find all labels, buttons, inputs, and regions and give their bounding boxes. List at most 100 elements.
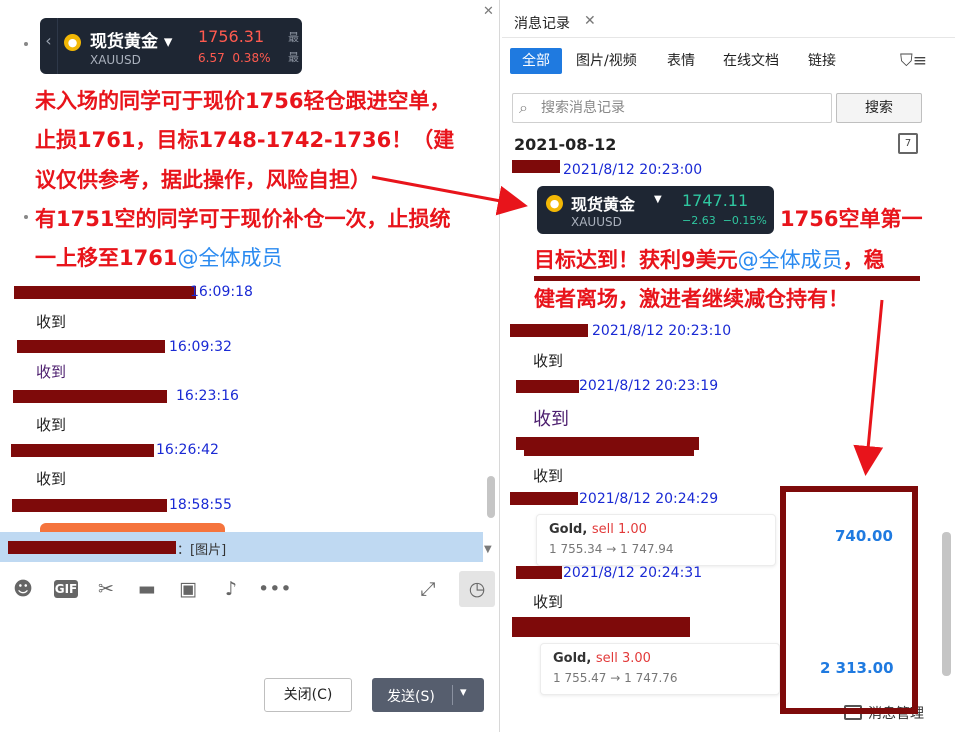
ticker-card-left[interactable]: ‹ ● 现货黄金 ▾ XAUUSD 1756.31 6.57 0.38% 最最 [40, 18, 302, 74]
redacted-name [516, 380, 579, 393]
trade-range: 1 755.47 → 1 747.76 [553, 671, 678, 685]
search-icon: ⌕ [519, 98, 528, 117]
announcement-line: 一上移至1761@全体成员 [35, 246, 283, 270]
quote-text: ：[图片] [177, 543, 227, 558]
message-text: 收到 [533, 352, 564, 370]
message-time: 18:58:55 [169, 497, 232, 513]
search-box: ⌕ [512, 93, 832, 123]
redacted-name [516, 437, 699, 450]
message-text: 收到 [36, 313, 67, 331]
redaction-underline [534, 276, 920, 281]
reply-quote-bar[interactable]: ：[图片] [0, 532, 483, 562]
trade-card[interactable]: Gold, sell 1.00 1 755.34 → 1 747.94 [536, 514, 776, 566]
screenshot-root: ✕ ‹ ● 现货黄金 ▾ XAUUSD 1756.31 6.57 0.38% 最… [0, 0, 955, 732]
highlight-box [780, 486, 918, 714]
scissors-icon[interactable]: ✂ [93, 576, 119, 602]
tab-message-history[interactable]: 消息记录 [514, 13, 570, 33]
emoji-icon[interactable]: ☻ [10, 576, 36, 602]
trade-label: Gold, sell 3.00 [553, 651, 651, 666]
message-time: 16:26:42 [156, 442, 219, 458]
message-time: 2021/8/12 20:23:00 [563, 162, 703, 178]
announcement-line: 1756空单第一 [780, 207, 923, 231]
redacted-name [8, 541, 176, 554]
divider [452, 685, 453, 705]
search-button[interactable]: 搜索 [836, 93, 922, 123]
send-label: 发送(S) [387, 689, 435, 705]
clock-icon: ◷ [468, 578, 486, 600]
announcement-line: 未入场的同学可于现价1756轻仓跟进空单， [35, 89, 451, 113]
more-icon[interactable]: ••• [258, 576, 292, 602]
send-button[interactable]: 发送(S) ▾ [372, 678, 484, 712]
ticker-card-right[interactable]: ● 现货黄金 ▼ XAUUSD 1747.11 −2.63 −0.15% [537, 186, 774, 234]
redacted-name [510, 492, 578, 505]
message-text: 收到 [36, 470, 67, 488]
redacted-name [524, 450, 694, 456]
announcement-line: 止损1761，目标1748-1742-1736！（建 [35, 128, 455, 152]
folder-icon[interactable]: ▬ [134, 576, 160, 602]
chevron-down-icon[interactable]: ▾ [460, 685, 467, 700]
message-text: 收到 [533, 409, 569, 430]
history-tab-header: 消息记录 ✕ [502, 0, 955, 38]
scroll-down-icon[interactable]: ▼ [484, 544, 492, 555]
filter-online-docs[interactable]: 在线文档 [723, 48, 779, 74]
announcement-line: 有1751空的同学可于现价补仓一次，止损统 [35, 207, 451, 231]
filter-all[interactable]: 全部 [510, 48, 562, 74]
gold-coin-icon: ● [546, 195, 563, 212]
redacted-name [13, 390, 167, 403]
chevron-down-icon[interactable]: ▼ [654, 194, 662, 205]
message-time: 2021/8/12 20:24:29 [579, 491, 719, 507]
filter-media[interactable]: 图片/视频 [576, 48, 637, 74]
trade-range: 1 755.34 → 1 747.94 [549, 542, 674, 556]
redacted-name [11, 444, 154, 457]
redacted-name [516, 566, 562, 579]
redacted-name [12, 499, 167, 512]
message-time: 16:23:16 [176, 388, 239, 404]
announcement-line: 健者离场，激进者继续减仓持有！ [534, 287, 849, 311]
redacted-name [17, 340, 165, 353]
history-button[interactable]: ◷ [459, 571, 495, 607]
message-text: 收到 [36, 363, 67, 381]
ticker-change: 6.57 0.38% [198, 51, 271, 65]
ticker-more: 最最 [288, 31, 299, 64]
filter-funnel-icon[interactable]: ⛉≡ [900, 51, 927, 71]
image-icon[interactable]: ▣ [175, 576, 201, 602]
trade-label: Gold, sell 1.00 [549, 522, 647, 537]
bullet-dot [24, 42, 28, 46]
close-button[interactable]: 关闭(C) [264, 678, 352, 712]
scroll-up-icon[interactable]: ✕ [483, 4, 494, 19]
expand-icon[interactable]: ⤢ [415, 576, 441, 602]
announcement-line: 目标达到！获利9美元@全体成员，稳 [534, 248, 885, 272]
message-time: 2021/8/12 20:23:19 [579, 378, 719, 394]
chat-pane: ✕ ‹ ● 现货黄金 ▾ XAUUSD 1756.31 6.57 0.38% 最… [0, 0, 500, 732]
mention-all-link[interactable]: @全体成员 [738, 248, 843, 272]
redacted-name [510, 324, 588, 337]
filter-emoji[interactable]: 表情 [667, 48, 695, 74]
message-text: 收到 [533, 593, 564, 611]
ticker-price: 1747.11 [682, 191, 749, 210]
gold-coin-icon: ● [64, 34, 81, 51]
ticker-symbol: XAUUSD [571, 215, 622, 229]
gif-icon[interactable]: GIF [54, 580, 78, 598]
mention-all-link[interactable]: @全体成员 [177, 246, 282, 270]
search-input[interactable] [541, 98, 821, 118]
trade-card[interactable]: Gold, sell 3.00 1 755.47 → 1 747.76 [540, 643, 780, 695]
ticker-price: 1756.31 [198, 27, 265, 46]
close-icon[interactable]: ✕ [584, 13, 596, 29]
ticker-name: 现货黄金 ▾ [90, 32, 173, 52]
scrollbar-thumb[interactable] [487, 476, 495, 518]
ticker-symbol: XAUUSD [90, 53, 141, 67]
message-text: 收到 [533, 467, 564, 485]
redacted-name [512, 617, 690, 637]
redacted-name [512, 160, 560, 173]
message-text: 收到 [36, 416, 67, 434]
message-time: 2021/8/12 20:23:10 [592, 323, 732, 339]
bell-icon[interactable]: ♪ [218, 576, 244, 602]
bullet-dot [24, 215, 28, 219]
scrollbar-thumb[interactable] [942, 532, 951, 676]
announcement-line: 议仅供参考，据此操作，风险自担） [35, 168, 371, 192]
filter-links[interactable]: 链接 [808, 48, 836, 74]
calendar-icon[interactable]: 7 [898, 133, 918, 154]
ticker-change: −2.63 −0.15% [682, 214, 767, 227]
message-time: 16:09:32 [169, 339, 232, 355]
chevron-left-icon[interactable]: ‹ [40, 18, 58, 74]
